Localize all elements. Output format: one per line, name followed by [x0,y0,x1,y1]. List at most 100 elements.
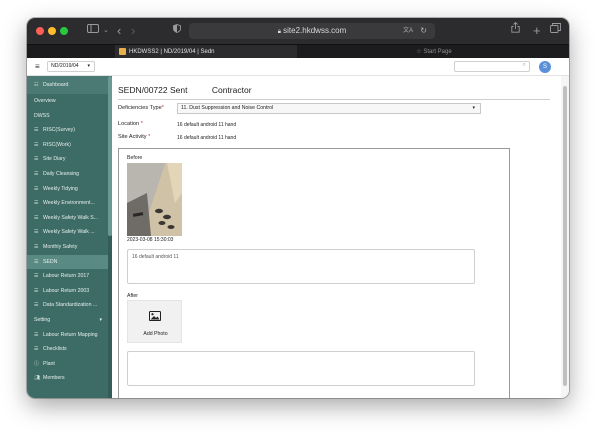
before-timestamp: 2023-03-08 15:30:03 [127,237,174,243]
before-comment-box[interactable]: 16 default android 11 [127,249,475,284]
label-text: Deficiencies Type [118,105,162,111]
list-icon: ☰ [34,214,39,221]
sidebar-toggle-icon[interactable] [87,18,99,44]
list-icon: ☰ [34,229,39,236]
before-label: Before [127,155,143,161]
photo-panel: Before 2023-03-08 15:30:03 16 default an… [118,148,510,398]
sidebar-item-checklists[interactable]: ☰ Checklists [27,342,112,357]
sidebar-item-label: Labour Return 2003 [43,287,90,294]
before-photo[interactable] [127,163,182,236]
sidebar-item-members[interactable]: 👥︎ Members [27,371,112,386]
site-activity-value: 16 default android 11 hand [177,135,237,141]
sidebar-item-labour-return-2017[interactable]: ☰ Labour Return 2017 [27,269,112,284]
sidebar-item-label: Labour Return 2017 [43,273,90,280]
after-label: After [127,293,138,299]
page-title: SEDN/00722 Sent Contractor [118,85,252,95]
zoom-window-button[interactable] [60,27,68,35]
close-window-button[interactable] [36,27,44,35]
sidebar-item-labour-return-2003[interactable]: ☰ Labour Return 2003 [27,284,112,299]
after-comment-box[interactable] [127,351,475,386]
deficiencies-value: 11. Dust Suppression and Noise Control [181,105,274,111]
dashboard-icon: ☷ [34,82,39,88]
back-icon[interactable]: ‹ [117,18,121,44]
title-divider [118,99,550,100]
search-icon: ⌕ [522,62,526,68]
sidebar-item-weekly-safety-walk[interactable]: ☰ Weekly Safety Walk ... [27,225,112,240]
sidebar-item-weekly-tidying[interactable]: ☰ Weekly Tidying [27,182,112,197]
sidebar-item-data-standardization[interactable]: ☰ Data Standardization ... [27,298,112,313]
list-icon: ☰ [34,185,39,192]
location-label: Location * [118,121,143,127]
list-icon: ☰ [34,287,39,294]
caret-down-icon: ▾ [472,105,475,111]
image-icon [149,311,161,321]
sidebar-item-weekly-safety-walk-s[interactable]: ☰ Weekly Safety Walk S... [27,211,112,226]
sedn-number: SEDN/00722 Sent [118,85,188,95]
avatar[interactable]: S [539,61,551,73]
tab-overview-icon[interactable] [550,18,561,44]
sidebar-item-overview[interactable]: Overview [27,94,112,109]
required-mark: * [148,134,151,140]
sidebar-item-weekly-environment[interactable]: ☰ Weekly Environment... [27,196,112,211]
address-bar[interactable]: 🔒︎ site2.hkdwss.com 文A ↻ [189,23,435,39]
sidebar-item-sedn[interactable]: ☰ SEDN [27,254,112,270]
project-select[interactable]: ND/2019/04 ▾ [47,61,95,72]
list-icon: ☰ [34,156,39,163]
caret-down-icon: ▾ [99,317,102,323]
chevron-down-icon[interactable]: ⌄ [103,18,109,44]
site-activity-label: Site Activity * [118,134,150,140]
sidebar-item-site-diary[interactable]: ☰ Site Diary [27,152,112,167]
sidebar-item-label: Site Diary [43,156,66,163]
sidebar-item-label: Labour Return Mapping [43,331,98,338]
before-comment-text: 16 default android 11 [132,254,179,260]
list-icon: ☰ [34,302,39,309]
minimize-window-button[interactable] [48,27,56,35]
sidebar-item-daily-cleansing[interactable]: ☰ Daily Cleansing [27,167,112,182]
content-scrollbar[interactable] [561,76,569,398]
main-content: SEDN/00722 Sent Contractor Deficiencies … [112,76,569,398]
menu-icon[interactable]: ≡ [35,62,40,71]
tab-start-page[interactable]: ☆ Start Page [299,45,569,59]
star-icon: ☆ [416,49,422,55]
role-label: Contractor [211,85,252,95]
deficiencies-label: Deficiencies Type* [118,105,164,111]
sidebar-item-risc-work[interactable]: ☰ RISC(Work) [27,138,112,153]
sidebar-item-dwss[interactable]: DWSS [27,109,112,124]
share-icon[interactable] [511,18,520,44]
app-header: ≡ ND/2019/04 ▾ ⌕ S [27,58,569,76]
add-photo-label: Add Photo [143,331,168,337]
required-mark: * [140,121,143,127]
before-photo-image [127,163,182,236]
caret-down-icon: ▾ [87,63,90,69]
tab-label: HKDWSS2 | ND/2019/04 | Sedn [129,49,215,55]
label-text: Site Activity [118,134,147,140]
sidebar-item-dashboard[interactable]: ☷ Dashboard [27,76,112,94]
translate-icon[interactable]: 文A [403,23,413,39]
sidebar-item-setting[interactable]: Setting ▾ [27,313,112,328]
add-photo-button[interactable]: Add Photo [127,300,182,343]
tab-sedn[interactable]: HKDWSS2 | ND/2019/04 | Sedn [115,45,297,59]
sidebar-item-label: Monthly Safety [43,244,78,250]
new-tab-icon[interactable]: + [533,18,541,44]
browser-window: ⌄ ‹ › 🔒︎ site2.hkdwss.com 文A ↻ + HKDWSS2… [27,18,569,398]
browser-titlebar: ⌄ ‹ › 🔒︎ site2.hkdwss.com 文A ↻ + [27,18,569,44]
sidebar-item-label: Weekly Environment... [43,200,95,207]
sidebar-item-plant[interactable]: ⓘ Plant [27,357,112,372]
privacy-shield-icon[interactable] [173,18,181,44]
forward-icon[interactable]: › [131,18,135,44]
required-mark: * [161,105,164,111]
deficiencies-select[interactable]: 11. Dust Suppression and Noise Control ▾ [177,103,481,114]
sidebar: ☷ Dashboard Overview DWSS ☰ RISC(Survey) ☰ RIS… [27,76,112,398]
sidebar-item-label: RISC(Survey) [43,127,75,134]
sidebar-item-risc-survey[interactable]: ☰ RISC(Survey) [27,123,112,138]
search-input[interactable]: ⌕ [454,61,530,72]
list-icon: ☰ [34,244,39,250]
sidebar-item-label: Overview [34,98,56,104]
list-icon: ☰ [34,273,39,280]
sidebar-item-monthly-safety[interactable]: ☰ Monthly Safety [27,240,112,255]
sidebar-item-label: RISC(Work) [43,141,71,148]
reload-icon[interactable]: ↻ [420,23,427,39]
url-text: site2.hkdwss.com [283,26,347,35]
sidebar-item-label: Members [43,375,65,382]
sidebar-item-labour-return-mapping[interactable]: ☰ Labour Return Mapping [27,328,112,343]
